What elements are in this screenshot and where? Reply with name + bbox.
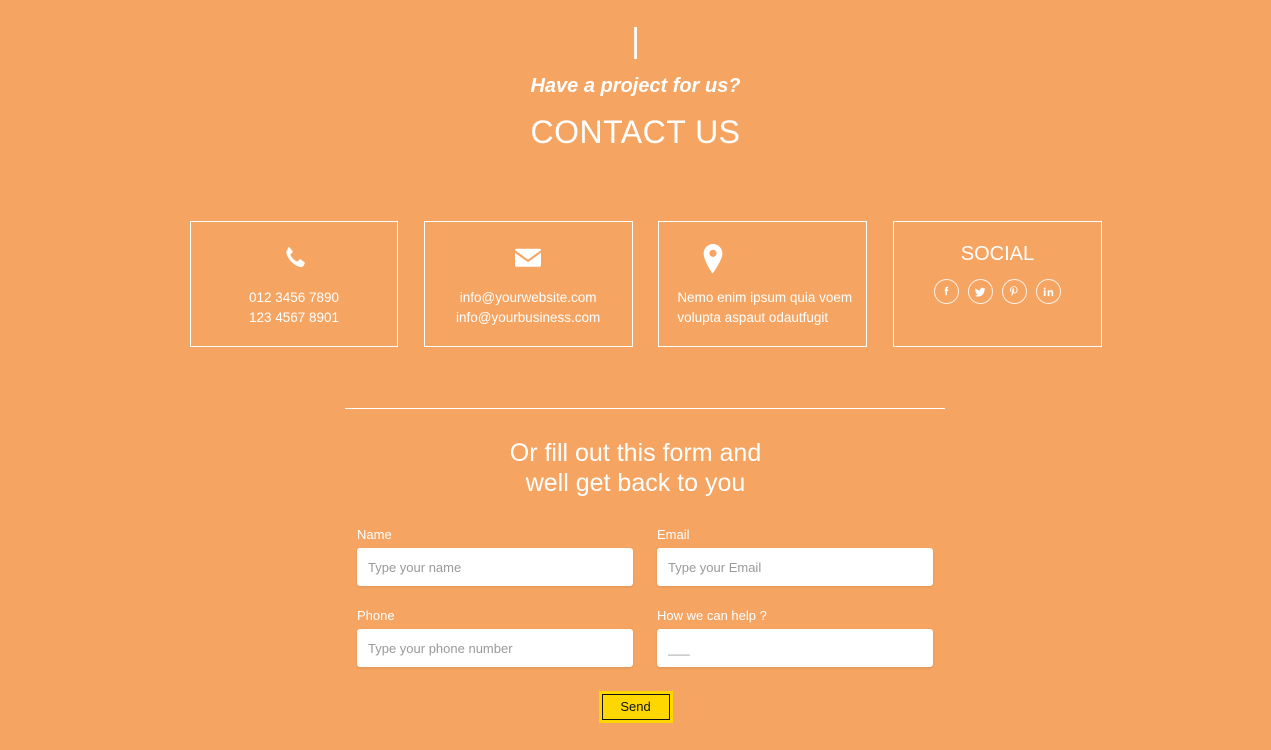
field-phone: Phone bbox=[357, 607, 633, 667]
map-pin-icon bbox=[703, 244, 723, 274]
pinterest-icon bbox=[1008, 285, 1021, 298]
send-button[interactable]: Send bbox=[598, 691, 673, 723]
phone-line-2: 123 4567 8901 bbox=[248, 310, 340, 325]
social-link-facebook[interactable] bbox=[933, 279, 959, 304]
contact-card-social: SOCIAL bbox=[892, 221, 1102, 347]
form-row-2: Phone How we can help ? bbox=[357, 607, 933, 667]
contact-form: Name Email Phone How we can help ? bbox=[357, 526, 933, 688]
name-label: Name bbox=[357, 527, 392, 542]
page-title: CONTACT US bbox=[530, 114, 741, 150]
contact-card-email[interactable]: info@yourwebsite.com info@yourbusiness.c… bbox=[423, 221, 633, 347]
help-label: How we can help ? bbox=[657, 608, 767, 623]
twitter-icon bbox=[973, 285, 987, 299]
page-header: | Have a project for us? CONTACT US bbox=[0, 0, 1271, 151]
email-line-2: info@yourbusiness.com bbox=[456, 310, 601, 325]
email-label: Email bbox=[657, 527, 690, 542]
name-input[interactable] bbox=[357, 548, 633, 586]
field-name: Name bbox=[357, 526, 633, 586]
field-email: Email bbox=[657, 526, 933, 586]
email-line-1: info@yourwebsite.com bbox=[459, 290, 597, 305]
social-link-linkedin[interactable] bbox=[1035, 279, 1061, 304]
form-heading-line-2: well get back to you bbox=[525, 469, 746, 497]
pipe-mark: | bbox=[631, 22, 640, 60]
phone-label: Phone bbox=[357, 608, 395, 623]
contact-card-phone[interactable]: 012 3456 7890 123 4567 8901 bbox=[190, 221, 398, 347]
address-line-2: volupta aspaut odautfugit bbox=[677, 310, 829, 325]
social-link-pinterest[interactable] bbox=[1001, 279, 1027, 304]
help-input[interactable] bbox=[657, 629, 933, 667]
section-divider bbox=[345, 408, 945, 409]
phone-input[interactable] bbox=[357, 629, 633, 667]
contact-page: | Have a project for us? CONTACT US 012 … bbox=[0, 0, 1271, 750]
facebook-icon bbox=[940, 285, 953, 298]
header-eyebrow: Have a project for us? bbox=[530, 75, 741, 97]
form-row-1: Name Email bbox=[357, 526, 933, 586]
phone-icon bbox=[281, 244, 307, 274]
social-title: SOCIAL bbox=[960, 243, 1035, 265]
contact-cards: 012 3456 7890 123 4567 8901 info@yourweb… bbox=[190, 221, 1102, 347]
social-icon-list bbox=[933, 279, 1061, 304]
field-help: How we can help ? bbox=[657, 607, 933, 667]
envelope-icon bbox=[514, 244, 542, 274]
linkedin-icon bbox=[1042, 285, 1055, 298]
contact-card-address[interactable]: Nemo enim ipsum quia voem volupta aspaut… bbox=[658, 221, 868, 347]
form-heading-line-1: Or fill out this form and bbox=[509, 439, 762, 467]
send-button-wrap: Send bbox=[0, 691, 1271, 723]
email-input[interactable] bbox=[657, 548, 933, 586]
phone-line-1: 012 3456 7890 bbox=[248, 290, 340, 305]
social-link-twitter[interactable] bbox=[967, 279, 993, 304]
address-line-1: Nemo enim ipsum quia voem bbox=[677, 290, 853, 305]
form-heading: Or fill out this form and well get back … bbox=[0, 438, 1271, 498]
